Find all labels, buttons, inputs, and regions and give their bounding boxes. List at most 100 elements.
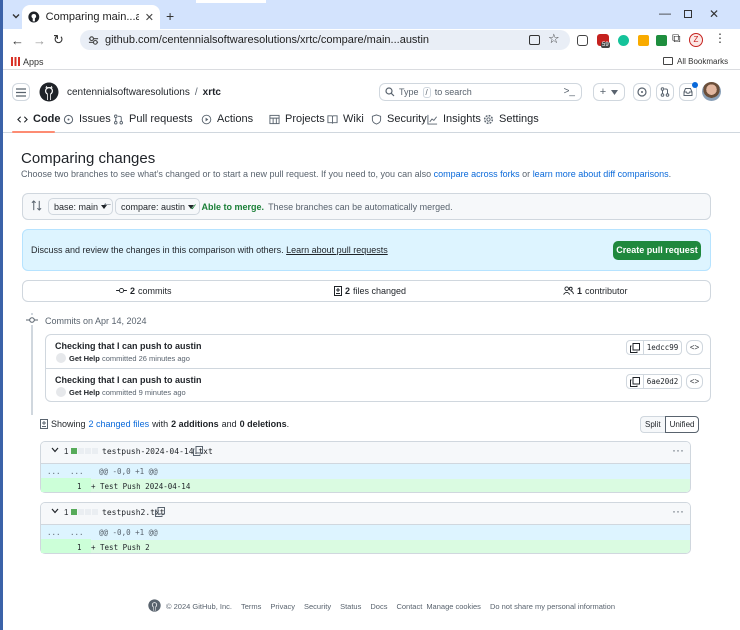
profile-avatar[interactable]: Z: [689, 33, 703, 47]
copy-sha-button[interactable]: [626, 340, 644, 355]
reload-button[interactable]: ↻: [53, 32, 64, 48]
extension-icon[interactable]: [577, 35, 588, 46]
repo-link[interactable]: xrtc: [203, 87, 221, 98]
tab-code[interactable]: Code: [17, 113, 63, 125]
tab-label: Projects: [285, 113, 325, 125]
github-logo-icon[interactable]: [39, 82, 59, 102]
commit-title[interactable]: Checking that I can push to austin: [55, 375, 202, 385]
line-number[interactable]: 1: [77, 482, 82, 491]
close-tab-icon[interactable]: ✕: [145, 11, 154, 24]
footer-link-security[interactable]: Security: [304, 602, 331, 611]
inbox-button[interactable]: [679, 82, 698, 101]
pull-requests-button[interactable]: [656, 83, 674, 101]
tab-security[interactable]: Security: [371, 113, 427, 125]
commits-number: 2: [130, 286, 136, 296]
grammarly-icon[interactable]: [618, 35, 629, 46]
commit-author[interactable]: Get Help: [69, 388, 100, 397]
browse-repo-button[interactable]: <>: [686, 340, 703, 355]
copy-icon: [630, 343, 640, 353]
footer-link-terms[interactable]: Terms: [241, 602, 261, 611]
create-new-button[interactable]: +: [593, 83, 625, 101]
back-button[interactable]: ←: [11, 33, 24, 48]
footer-github-logo-icon[interactable]: [148, 599, 161, 612]
learn-pr-link[interactable]: Learn about pull requests: [286, 245, 388, 255]
commit-title[interactable]: Checking that I can push to austin: [55, 341, 202, 351]
tab-insights[interactable]: Insights: [427, 113, 483, 125]
footer-link-status[interactable]: Status: [340, 602, 361, 611]
file-options-icon[interactable]: ···: [672, 443, 684, 457]
minimize-button[interactable]: —: [659, 6, 671, 20]
commit-author[interactable]: Get Help: [69, 354, 100, 363]
extension-green-icon[interactable]: [656, 35, 667, 46]
file-options-icon[interactable]: ···: [672, 504, 684, 518]
extension-yellow-icon[interactable]: [638, 35, 649, 46]
files-changed-count[interactable]: 2 files changed: [334, 286, 406, 296]
tab-settings[interactable]: Settings: [483, 113, 543, 125]
diff-summary: Showing 2 changed files with 2 additions…: [51, 419, 289, 429]
compare-arrows-icon: [31, 200, 42, 211]
expand-up-dots[interactable]: ...: [47, 467, 61, 476]
commit-sha-button[interactable]: 6ae20d2: [644, 374, 682, 389]
commit-divider: [46, 368, 710, 369]
command-palette-icon[interactable]: >_: [564, 86, 575, 97]
search-input[interactable]: Type / to search >_: [379, 83, 582, 101]
tab-projects[interactable]: Projects: [269, 113, 327, 125]
commit-sha-button[interactable]: 1edcc99: [644, 340, 682, 355]
browse-repo-button[interactable]: <>: [686, 374, 703, 389]
new-tab-button[interactable]: +: [166, 8, 174, 24]
learn-diff-link[interactable]: learn more about diff comparisons: [533, 169, 669, 179]
unified-view-button[interactable]: Unified: [664, 416, 700, 433]
close-window-button[interactable]: ✕: [709, 7, 719, 21]
tab-actions[interactable]: Actions: [201, 113, 269, 125]
search-icon: [385, 87, 395, 97]
install-icon[interactable]: [529, 35, 540, 45]
tab-pull-requests[interactable]: Pull requests: [113, 113, 201, 125]
apps-icon[interactable]: [11, 57, 20, 66]
hamburger-menu-button[interactable]: [12, 83, 30, 101]
copy-path-icon[interactable]: [193, 446, 203, 456]
compare-forks-link[interactable]: compare across forks: [434, 169, 520, 179]
copy-sha-button[interactable]: [626, 374, 644, 389]
expand-dots[interactable]: ...: [70, 528, 84, 537]
contributors-count[interactable]: 1 contributor: [563, 286, 628, 296]
all-bookmarks-label[interactable]: All Bookmarks: [677, 57, 728, 66]
collapse-file-icon[interactable]: [51, 447, 59, 453]
tab-issues[interactable]: Issues: [63, 113, 113, 125]
browser-tab[interactable]: Comparing main...austin · centennialsoft…: [22, 5, 160, 29]
issues-button[interactable]: [633, 83, 651, 101]
tab-wiki[interactable]: Wiki: [327, 113, 371, 125]
bookmark-star-icon[interactable]: ☆: [548, 31, 560, 47]
apps-label[interactable]: Apps: [23, 57, 44, 67]
and-text: and: [221, 419, 237, 429]
footer-link-privacy[interactable]: Privacy: [270, 602, 295, 611]
owner-link[interactable]: centennialsoftwaresolutions: [67, 87, 190, 98]
copy-path-icon[interactable]: [155, 507, 165, 517]
create-pull-request-button[interactable]: Create pull request: [613, 241, 701, 260]
address-bar[interactable]: github.com/centennialsoftwaresolutions/x…: [80, 30, 570, 50]
split-view-button[interactable]: Split: [640, 416, 665, 433]
compare-branch-select[interactable]: compare: austin: [115, 198, 201, 215]
user-avatar[interactable]: [702, 82, 721, 101]
footer-link-do-not-share[interactable]: Do not share my personal information: [490, 602, 615, 611]
footer-link-docs[interactable]: Docs: [370, 602, 387, 611]
collapse-file-icon[interactable]: [51, 508, 59, 514]
git-pull-request-icon: [660, 87, 670, 97]
changed-files-link[interactable]: 2 changed files: [89, 419, 150, 429]
extensions-puzzle-icon[interactable]: ⧉: [672, 31, 681, 46]
browser-menu-icon[interactable]: ⋮: [714, 31, 726, 45]
play-icon: [201, 114, 212, 125]
expand-up-dots[interactable]: ...: [47, 528, 61, 537]
footer-link-manage-cookies[interactable]: Manage cookies: [426, 602, 481, 611]
maximize-button[interactable]: [684, 10, 692, 18]
notification-dot: [692, 82, 698, 88]
commits-count[interactable]: 2 commits: [116, 286, 172, 296]
hunk-header: @@ -0,0 +1 @@: [99, 467, 158, 476]
footer-link-contact[interactable]: Contact: [396, 602, 422, 611]
tab-search-button[interactable]: [9, 9, 23, 23]
menu-icon: [16, 87, 26, 97]
expand-dots[interactable]: ...: [70, 467, 84, 476]
line-number[interactable]: 1: [77, 543, 82, 552]
forward-button[interactable]: →: [33, 33, 46, 48]
code-icon: [17, 114, 28, 125]
tab-label: Insights: [443, 113, 481, 125]
